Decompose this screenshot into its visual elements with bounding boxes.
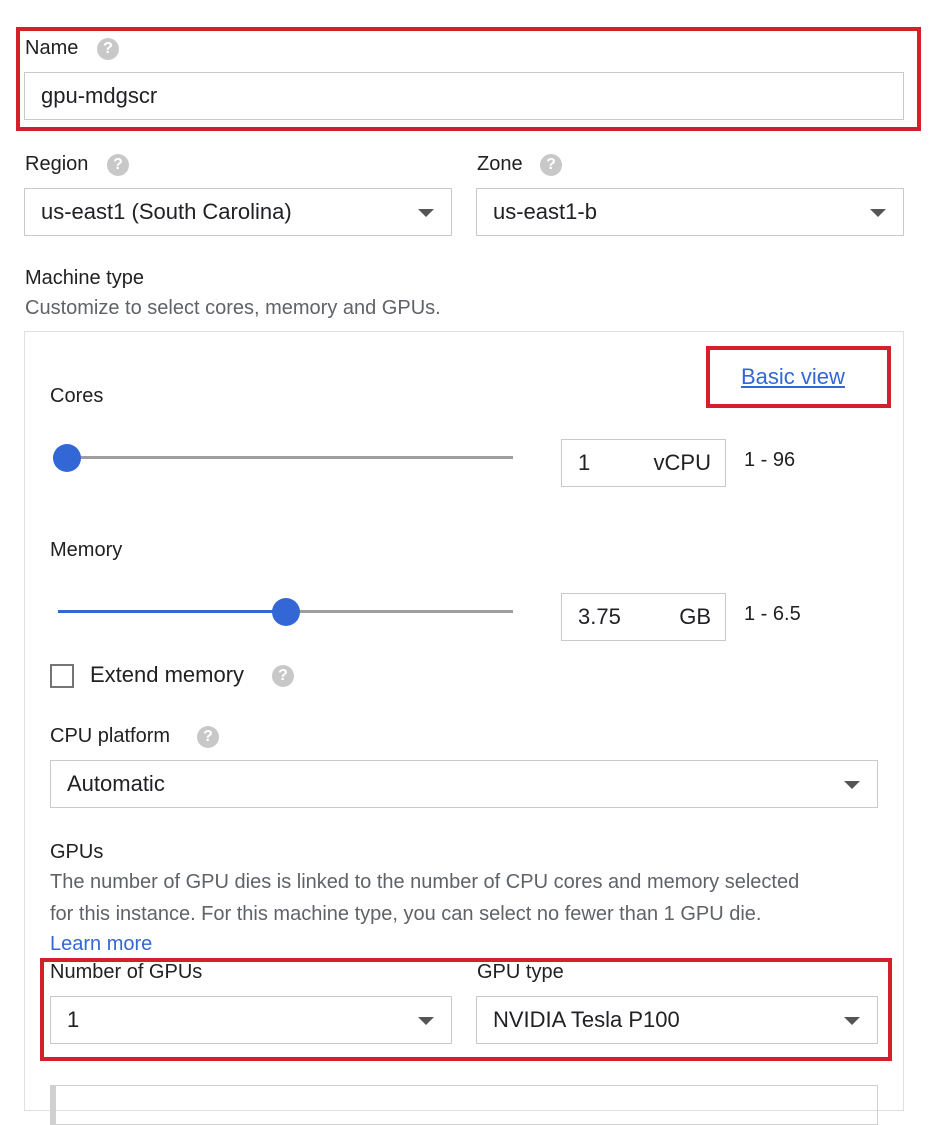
machine-type-description: Customize to select cores, memory and GP…: [25, 297, 441, 319]
name-input[interactable]: gpu-mdgscr: [24, 72, 904, 120]
region-select-value: us-east1 (South Carolina): [41, 199, 292, 224]
memory-slider-fill: [58, 610, 286, 613]
machine-type-label: Machine type: [25, 267, 144, 289]
chevron-down-icon: [418, 209, 434, 217]
zone-select-value: us-east1-b: [493, 199, 597, 224]
gpus-label: GPUs: [50, 841, 104, 863]
cores-range: 1 - 96: [744, 449, 796, 471]
learn-more-link[interactable]: Learn more: [50, 933, 152, 956]
extend-memory-label: Extend memory: [90, 662, 245, 687]
name-help-icon[interactable]: ?: [97, 38, 119, 60]
extend-memory-help-icon[interactable]: ?: [272, 665, 294, 687]
region-help-icon[interactable]: ?: [107, 154, 129, 176]
name-input-value: gpu-mdgscr: [41, 83, 158, 108]
gpu-count-select[interactable]: 1: [50, 996, 452, 1044]
chevron-down-icon: [844, 1017, 860, 1025]
extend-memory-checkbox[interactable]: [50, 664, 74, 688]
cores-unit: vCPU: [653, 450, 711, 475]
cores-label: Cores: [50, 385, 104, 407]
gpu-count-label: Number of GPUs: [50, 961, 203, 983]
gpu-type-select[interactable]: NVIDIA Tesla P100: [476, 996, 878, 1044]
gpu-count-select-value: 1: [67, 1007, 80, 1032]
chevron-down-icon: [870, 209, 886, 217]
zone-label: Zone: [477, 153, 523, 175]
memory-input-value: 3.75: [578, 604, 621, 629]
memory-unit: GB: [679, 604, 711, 629]
cpu-platform-help-icon[interactable]: ?: [197, 726, 219, 748]
cpu-platform-select[interactable]: Automatic: [50, 760, 878, 808]
memory-label: Memory: [50, 539, 123, 561]
gpus-description-line1: The number of GPU dies is linked to the …: [50, 871, 800, 893]
memory-slider-thumb[interactable]: [272, 598, 300, 626]
gpus-description-line2: for this instance. For this machine type…: [50, 903, 762, 925]
name-label: Name: [25, 37, 79, 59]
zone-help-icon[interactable]: ?: [540, 154, 562, 176]
cores-slider-track[interactable]: [58, 456, 513, 459]
zone-select[interactable]: us-east1-b: [476, 188, 904, 236]
chevron-down-icon: [844, 781, 860, 789]
cores-slider-thumb[interactable]: [53, 444, 81, 472]
basic-view-link[interactable]: Basic view: [741, 364, 845, 390]
next-field-partial: [50, 1085, 878, 1125]
gpu-type-select-value: NVIDIA Tesla P100: [493, 1007, 680, 1032]
cores-input-value: 1: [578, 450, 591, 475]
chevron-down-icon: [418, 1017, 434, 1025]
cores-input[interactable]: 1 vCPU: [561, 439, 726, 487]
memory-input[interactable]: 3.75 GB: [561, 593, 726, 641]
region-select[interactable]: us-east1 (South Carolina): [24, 188, 452, 236]
cpu-platform-select-value: Automatic: [67, 771, 165, 796]
region-label: Region: [25, 153, 89, 175]
cpu-platform-label: CPU platform: [50, 725, 171, 747]
gpu-type-label: GPU type: [477, 961, 564, 983]
memory-range: 1 - 6.5: [744, 603, 801, 625]
